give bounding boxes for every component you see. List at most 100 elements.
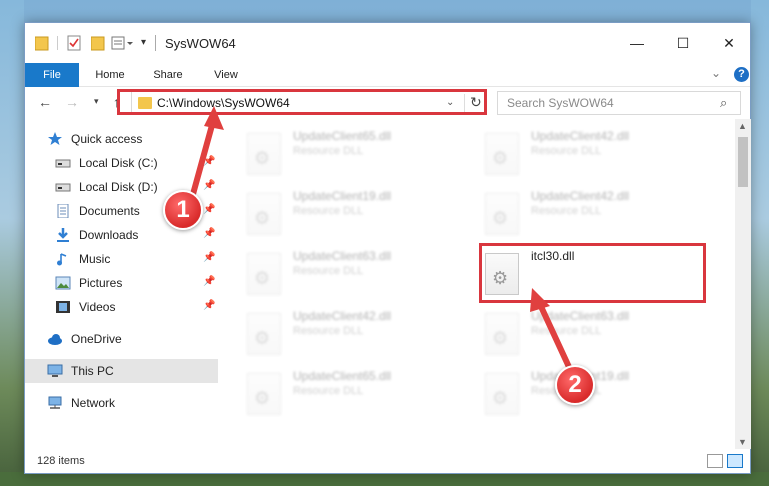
quick-access-dropdown-icon[interactable]: ▾	[141, 37, 146, 48]
downloads-icon	[55, 228, 71, 242]
back-arrow-icon[interactable]: ←	[38, 94, 52, 110]
file-name: UpdateClient42.dll	[531, 189, 630, 203]
file-name: UpdateClient19.dll	[293, 189, 392, 203]
tab-file[interactable]: File	[25, 63, 79, 87]
pin-icon: 📌	[203, 252, 216, 263]
file-name: UpdateClient63.dll	[293, 249, 392, 263]
properties-icon[interactable]	[67, 35, 81, 51]
gear-icon: ⚙	[254, 208, 271, 228]
file-item[interactable]: ⚙ UpdateClient42.dll Resource DLL	[459, 123, 679, 175]
file-item[interactable]: ⚙ UpdateClient19.dll Resource DLL	[221, 183, 441, 235]
file-name: UpdateClient65.dll	[293, 129, 392, 143]
tab-share[interactable]: Share	[145, 63, 191, 87]
sidebar-item-label: Downloads	[79, 228, 139, 242]
sidebar-item-label: Network	[71, 396, 116, 410]
gear-icon: ⚙	[492, 148, 509, 168]
gear-icon: ⚙	[492, 388, 509, 408]
dll-file-icon: ⚙	[247, 313, 281, 355]
dll-file-icon: ⚙	[485, 313, 519, 355]
sidebar-item-quick-access[interactable]: Quick access	[25, 127, 218, 151]
expand-ribbon-icon[interactable]: ⌄	[711, 66, 721, 80]
maximize-button[interactable]: ☐	[660, 23, 706, 63]
gear-icon: ⚙	[254, 388, 271, 408]
drive-icon	[55, 180, 71, 194]
gear-icon: ⚙	[492, 208, 509, 228]
file-type: Resource DLL	[531, 145, 602, 157]
drive-icon	[55, 156, 71, 170]
file-type: Resource DLL	[293, 385, 364, 397]
file-type: Resource DLL	[293, 325, 364, 337]
title-bar: ▾ SysWOW64 — ☐ ✕	[25, 23, 750, 63]
search-icon[interactable]: ⌕	[720, 95, 727, 111]
dll-file-icon: ⚙	[485, 193, 519, 235]
pin-icon: 📌	[203, 300, 216, 311]
file-item[interactable]: ⚙ UpdateClient63.dll Resource DLL	[221, 243, 441, 295]
search-placeholder: Search SysWOW64	[507, 96, 614, 110]
search-input[interactable]: Search SysWOW64 ⌕	[497, 91, 741, 115]
gear-icon: ⚙	[492, 328, 509, 348]
sidebar-item-label: OneDrive	[71, 332, 122, 346]
sidebar-item-this-pc[interactable]: This PC	[25, 359, 218, 383]
sidebar-item-local-disk-c[interactable]: Local Disk (C:) 📌	[25, 151, 218, 175]
ribbon-tabs: File Home Share View ⌄ ?	[25, 63, 750, 87]
star-icon	[47, 132, 63, 146]
file-item[interactable]: ⚙ UpdateClient42.dll Resource DLL	[221, 303, 441, 355]
tab-view[interactable]: View	[203, 63, 249, 87]
file-type: Resource DLL	[293, 265, 364, 277]
new-folder-icon[interactable]	[90, 35, 105, 51]
pin-icon: 📌	[203, 204, 216, 215]
scroll-up-icon[interactable]: ▲	[738, 121, 747, 131]
documents-icon	[55, 203, 71, 219]
file-type: Resource DLL	[531, 325, 602, 337]
tab-home[interactable]: Home	[87, 63, 133, 87]
sidebar-item-label: Local Disk (D:)	[79, 180, 158, 194]
recent-locations-icon[interactable]: ▾	[94, 96, 99, 107]
callout-marker-2: 2	[555, 365, 595, 405]
dll-file-icon: ⚙	[485, 373, 519, 415]
sidebar-item-pictures[interactable]: Pictures 📌	[25, 271, 218, 295]
file-item[interactable]: ⚙ UpdateClient65.dll Resource DLL	[221, 363, 441, 415]
pictures-icon	[55, 276, 71, 290]
quick-access-divider	[57, 36, 58, 50]
file-highlight	[479, 243, 706, 303]
file-item[interactable]: ⚙ UpdateClient63.dll Resource DLL	[459, 303, 679, 355]
folder-icon	[34, 35, 49, 51]
customize-view-icon[interactable]	[111, 35, 133, 51]
pin-icon: 📌	[203, 276, 216, 287]
videos-icon	[55, 300, 71, 314]
file-item[interactable]: ⚙ UpdateClient65.dll Resource DLL	[221, 123, 441, 175]
file-explorer-window: ▾ SysWOW64 — ☐ ✕ File Home Share View ⌄ …	[24, 22, 751, 474]
file-item[interactable]: ⚙ UpdateClient42.dll Resource DLL	[459, 183, 679, 235]
sidebar-item-label: Videos	[79, 300, 116, 314]
dll-file-icon: ⚙	[485, 133, 519, 175]
sidebar-item-label: Music	[79, 252, 111, 266]
file-type: Resource DLL	[293, 145, 364, 157]
item-count: 128 items	[37, 455, 85, 467]
sidebar-item-videos[interactable]: Videos 📌	[25, 295, 218, 319]
window-title: SysWOW64	[165, 36, 236, 51]
desktop-background-bottom	[0, 472, 769, 486]
file-name: UpdateClient42.dll	[293, 309, 392, 323]
help-icon[interactable]: ?	[734, 67, 749, 82]
sidebar-item-label: Pictures	[79, 276, 123, 290]
vertical-scrollbar[interactable]: ▲ ▼	[735, 119, 751, 449]
sidebar-item-network[interactable]: Network	[25, 391, 218, 415]
minimize-button[interactable]: —	[614, 23, 660, 63]
large-icons-view-icon[interactable]	[727, 454, 743, 468]
pin-icon: 📌	[203, 156, 216, 167]
scroll-down-icon[interactable]: ▼	[738, 437, 747, 447]
scrollbar-thumb[interactable]	[738, 137, 748, 187]
sidebar-item-label: Quick access	[71, 132, 143, 146]
sidebar-item-music[interactable]: Music 📌	[25, 247, 218, 271]
close-button[interactable]: ✕	[706, 23, 752, 63]
sidebar-item-onedrive[interactable]: OneDrive	[25, 327, 218, 351]
sidebar-item-label: Documents	[79, 204, 140, 218]
details-view-icon[interactable]	[707, 454, 723, 468]
music-icon	[55, 252, 71, 266]
file-list: ⚙ UpdateClient65.dll Resource DLL ⚙ Upda…	[221, 123, 735, 449]
dll-file-icon: ⚙	[247, 373, 281, 415]
forward-arrow-icon[interactable]: →	[65, 94, 79, 110]
file-name: UpdateClient65.dll	[293, 369, 392, 383]
dll-file-icon: ⚙	[247, 133, 281, 175]
navigation-pane: Quick access Local Disk (C:) 📌 Local Dis…	[25, 123, 218, 449]
